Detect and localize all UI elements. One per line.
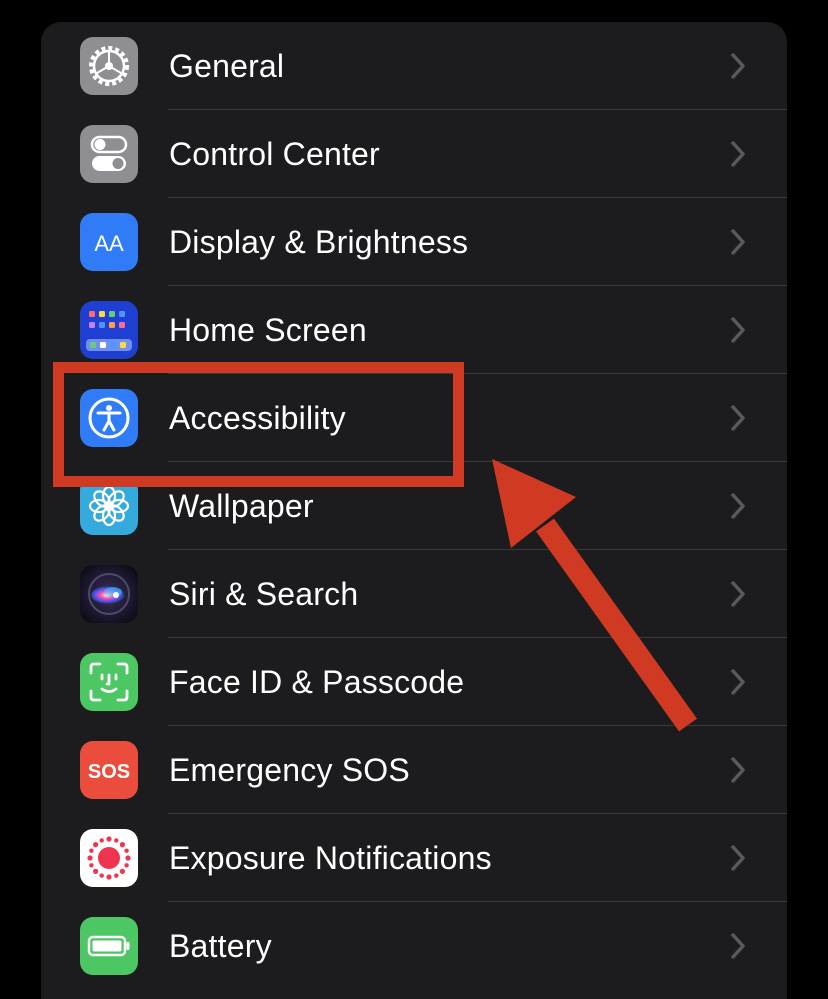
text-size-glyph: AA	[94, 231, 124, 256]
settings-item-control-center[interactable]: Control Center	[41, 110, 787, 198]
settings-item-face-id-passcode[interactable]: Face ID & Passcode	[41, 638, 787, 726]
chevron-right-icon	[729, 140, 747, 168]
toggles-icon	[80, 125, 138, 183]
app-grid-icon	[80, 301, 138, 359]
sos-icon: SOS	[80, 741, 138, 799]
chevron-right-icon	[729, 228, 747, 256]
settings-item-label: Wallpaper	[169, 488, 314, 524]
chevron-right-icon	[729, 316, 747, 344]
chevron-right-icon	[729, 52, 747, 80]
flower-icon	[80, 477, 138, 535]
settings-item-label: Exposure Notifications	[169, 840, 492, 876]
face-id-icon	[80, 653, 138, 711]
settings-item-label: General	[169, 48, 285, 84]
settings-item-label: Emergency SOS	[169, 752, 410, 788]
settings-item-label: Siri & Search	[169, 576, 359, 612]
chevron-right-icon	[729, 404, 747, 432]
settings-item-display-brightness[interactable]: AA Display & Brightness	[41, 198, 787, 286]
chevron-right-icon	[729, 668, 747, 696]
settings-item-general[interactable]: General	[41, 22, 787, 110]
settings-item-label: Accessibility	[169, 400, 346, 436]
chevron-right-icon	[729, 844, 747, 872]
settings-list: General Control Center AA Display & Brig…	[41, 22, 787, 999]
settings-item-label: Control Center	[169, 136, 380, 172]
chevron-right-icon	[729, 580, 747, 608]
exposure-icon	[80, 829, 138, 887]
settings-item-label: Home Screen	[169, 312, 367, 348]
settings-item-home-screen[interactable]: Home Screen	[41, 286, 787, 374]
chevron-right-icon	[729, 756, 747, 784]
chevron-right-icon	[729, 492, 747, 520]
settings-item-accessibility[interactable]: Accessibility	[41, 374, 787, 462]
settings-item-battery[interactable]: Battery	[41, 902, 787, 990]
settings-item-label: Face ID & Passcode	[169, 664, 465, 700]
accessibility-icon	[80, 389, 138, 447]
battery-icon	[80, 917, 138, 975]
settings-screen: General Control Center AA Display & Brig…	[0, 0, 828, 999]
settings-item-emergency-sos[interactable]: SOS Emergency SOS	[41, 726, 787, 814]
settings-item-label: Battery	[169, 928, 272, 964]
settings-item-label: Display & Brightness	[169, 224, 469, 260]
gear-icon	[80, 37, 138, 95]
settings-item-wallpaper[interactable]: Wallpaper	[41, 462, 787, 550]
settings-item-siri-search[interactable]: Siri & Search	[41, 550, 787, 638]
text-size-icon: AA	[80, 213, 138, 271]
chevron-right-icon	[729, 932, 747, 960]
siri-icon	[80, 565, 138, 623]
sos-glyph: SOS	[88, 761, 130, 783]
settings-item-exposure-notifications[interactable]: Exposure Notifications	[41, 814, 787, 902]
